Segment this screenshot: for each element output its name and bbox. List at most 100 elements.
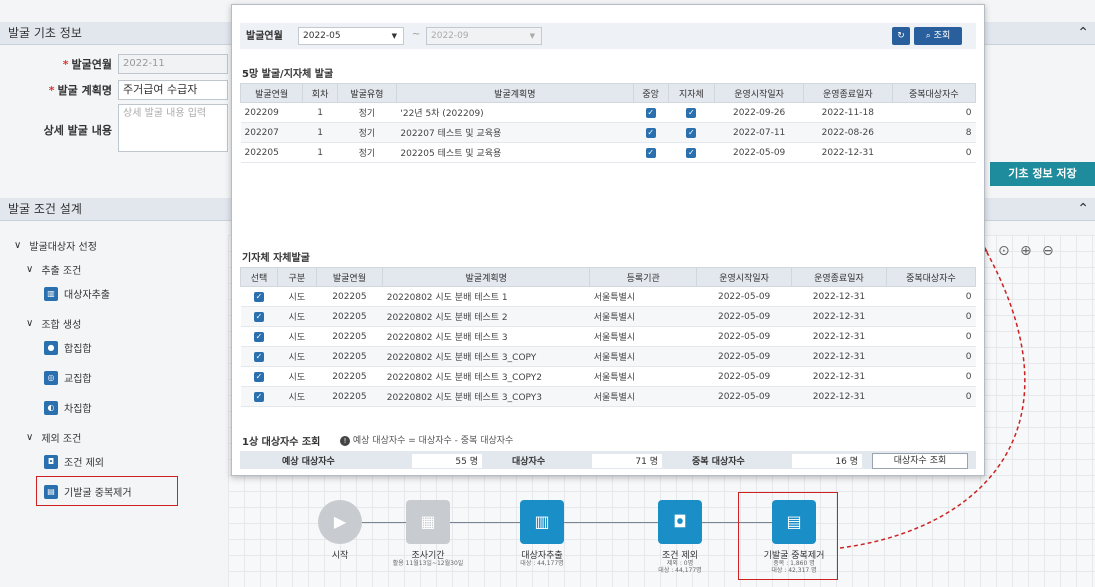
summary-label-dup: 중복 대상자수 (692, 457, 745, 467)
tree-combine-group[interactable]: ∨ 조합 생성 (26, 316, 81, 331)
checkbox-checked[interactable]: ✓ (254, 371, 265, 382)
play-icon: ▶ (333, 512, 347, 531)
table-header: 발굴유형 (336, 83, 397, 103)
dedup-icon: ▤ (786, 512, 802, 531)
flow-connector (362, 522, 406, 523)
tree-extract-item[interactable]: ▥ 대상자추출 (44, 286, 110, 301)
flow-node-start[interactable]: ▶ (318, 500, 362, 544)
tree-exclude-group[interactable]: ∨ 제외 조건 (26, 430, 81, 445)
condition-title: 발굴 조건 설계 (8, 202, 82, 216)
to-month-select[interactable]: 2022-09 ▼ (426, 27, 542, 45)
people-icon: ▥ (534, 512, 550, 531)
tree-intersect[interactable]: ◎ 교집합 (44, 370, 92, 385)
central-plan-table: 발굴연월 회차 발굴유형 발굴계획명 중앙 지자체 운영시작일자 운영종료일자 … (239, 83, 977, 163)
basic-info-title: 발굴 기초 정보 (8, 26, 82, 40)
table-row[interactable]: 202209 1 정기 '22년 5차 (202209) ✓ ✓ 2022-09-26 2… (240, 102, 976, 123)
table-header: 중복대상자수 (891, 83, 977, 103)
table-row[interactable]: ✓ 시도 202205 20220802 시도 분배 테스트 2 서울특별시 2022-0… (240, 306, 976, 327)
flow-connector (450, 522, 520, 523)
from-month-select[interactable]: 2022-05 ▼ (298, 27, 404, 45)
table-row[interactable]: ✓ 시도 202205 20220802 시도 분배 테스트 1 서울특별시 2022-0… (240, 286, 976, 307)
tree-cond-exclude[interactable]: ◘ 조건 제외 (44, 454, 104, 469)
checkbox-checked[interactable]: ✓ (686, 147, 697, 158)
table-header: 선택 (239, 267, 279, 287)
summary-label-target: 대상자수 (512, 457, 546, 467)
table-header: 발굴연월 (239, 83, 304, 103)
chevron-down-icon: ∨ (14, 240, 22, 251)
collapse-icon[interactable]: ⌃ (1077, 198, 1089, 220)
detail-textarea[interactable]: 상세 발굴 내용 입력 (118, 104, 228, 152)
flow-node-period[interactable]: ▦ (406, 500, 450, 544)
checkbox-checked[interactable]: ✓ (686, 127, 697, 138)
table-header: 발굴연월 (315, 267, 384, 287)
table1-title: 5망 발굴/지자체 발굴 (242, 69, 334, 80)
intersect-icon: ◎ (44, 370, 58, 385)
tree-dedup[interactable]: ▤ 기발굴 중복제거 (44, 484, 132, 499)
table-header: 중복대상자수 (885, 267, 977, 287)
search-button[interactable]: ⌕ 조회 (914, 27, 962, 45)
year-month-field[interactable]: 2022-11 (118, 54, 228, 74)
table2-title: 기자체 자체발굴 (242, 253, 310, 264)
chevron-down-icon: ∨ (26, 318, 34, 329)
person-filter-icon: ◘ (44, 454, 58, 469)
checkbox-checked[interactable]: ✓ (254, 391, 265, 402)
flow-sub-period: 활용 11월13일~12월30일 (392, 560, 464, 567)
union-icon: ● (44, 340, 58, 355)
table-row[interactable]: ✓ 시도 202205 20220802 시도 분배 테스트 3_COPY2 서울특별시… (240, 366, 976, 387)
checkbox-checked[interactable]: ✓ (254, 311, 265, 322)
flow-sub-exclude-1: 제외 : 0명 (666, 560, 694, 567)
flow-sub-extract: 대상 : 44,177명 (520, 560, 564, 567)
table-row[interactable]: ✓ 시도 202205 20220802 시도 분배 테스트 3 서울특별시 2022-0… (240, 326, 976, 347)
difference-icon: ◐ (44, 400, 58, 415)
table-row[interactable]: ✓ 시도 202205 20220802 시도 분배 테스트 3_COPY 서울특별시 2… (240, 346, 976, 367)
table-header: 운영시작일자 (714, 83, 804, 103)
chevron-down-icon: ∨ (26, 264, 34, 275)
year-month-label: * 발굴연월 (62, 58, 112, 71)
flow-sub-dedup-1: 중복 : 1,860 명 (773, 560, 815, 567)
checkbox-checked[interactable]: ✓ (254, 351, 265, 362)
table-row[interactable]: 202207 1 정기 202207 테스트 및 교육용 ✓ ✓ 2022-07-11 2… (240, 122, 976, 143)
table-header: 구분 (277, 267, 317, 287)
table-header: 발굴계획명 (382, 267, 591, 287)
history-popup: 발굴연월 2022-05 ▼ ~ 2022-09 ▼ ↻ ⌕ 조회 5망 발굴/지자… (231, 4, 985, 476)
info-icon: ! (340, 436, 350, 446)
calendar-icon: ▦ (420, 512, 436, 531)
checkbox-checked[interactable]: ✓ (686, 107, 697, 118)
summary-title: 1상 대상자수 조회 (242, 437, 321, 448)
plan-field[interactable]: 주거급여 수급자 (118, 80, 228, 100)
flow-sub-exclude-2: 대상 : 44,177명 (658, 567, 702, 574)
range-tilde: ~ (412, 29, 421, 40)
checkbox-checked[interactable]: ✓ (254, 291, 265, 302)
tree-root[interactable]: ∨ 발굴대상자 선정 (14, 238, 97, 253)
collapse-icon[interactable]: ⌃ (1077, 22, 1089, 44)
table-row[interactable]: 202205 1 정기 202205 테스트 및 교육용 ✓ ✓ 2022-05-09 2… (240, 142, 976, 163)
table-header: 운영시작일자 (696, 267, 793, 287)
refresh-icon: ↻ (897, 31, 905, 41)
flow-node-exclude[interactable]: ◘ (658, 500, 702, 544)
checkbox-checked[interactable]: ✓ (645, 127, 656, 138)
save-basic-button[interactable]: 기초 정보 저장 (990, 162, 1095, 186)
table-row[interactable]: ✓ 시도 202205 20220802 시도 분배 테스트 3_COPY3 서울특별시… (240, 386, 976, 407)
table-header: 발굴계획명 (395, 83, 634, 103)
summary-label-expected: 예상 대상자수 (282, 457, 335, 467)
flow-node-dedup[interactable]: ▤ (772, 500, 816, 544)
chevron-down-icon: ∨ (26, 432, 34, 443)
summary-note: ! 예상 대상자수 = 대상자수 - 중복 대상자수 (340, 433, 513, 446)
table-header: 운영종료일자 (791, 267, 887, 287)
table-header: 지자체 (667, 83, 716, 103)
tree-extract-group[interactable]: ∨ 추출 조건 (26, 262, 81, 277)
tree-union[interactable]: ● 합집합 (44, 340, 92, 355)
checkbox-checked[interactable]: ✓ (645, 107, 656, 118)
refresh-button[interactable]: ↻ (892, 27, 910, 45)
table-header: 운영종료일자 (802, 83, 893, 103)
checkbox-checked[interactable]: ✓ (645, 147, 656, 158)
flow-node-extract[interactable]: ▥ (520, 500, 564, 544)
caret-down-icon: ▼ (529, 32, 535, 40)
plan-label: * 발굴 계획명 (48, 84, 112, 97)
summary-query-button[interactable]: 대상자수 조회 (872, 453, 968, 469)
people-icon: ▥ (44, 286, 58, 301)
tree-diff[interactable]: ◐ 차집합 (44, 400, 92, 415)
checkbox-checked[interactable]: ✓ (254, 331, 265, 342)
flow-sub-dedup-2: 대상 : 42,317 명 (771, 567, 817, 574)
table-header: 회차 (302, 83, 338, 103)
